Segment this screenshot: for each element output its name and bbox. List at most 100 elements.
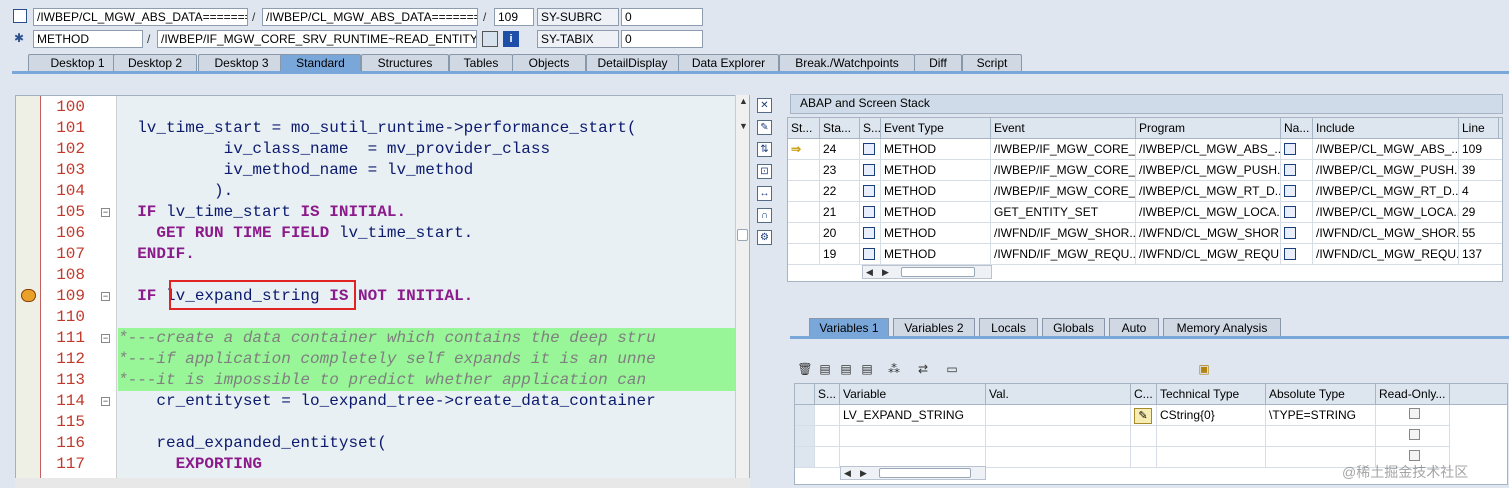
row-selector[interactable] [795, 426, 815, 447]
maximize-icon[interactable]: ⊡ [757, 164, 772, 179]
col-header[interactable]: St... [788, 118, 820, 139]
table-row[interactable] [795, 426, 1507, 447]
scroll-thumb[interactable] [737, 229, 748, 241]
code-editor[interactable]: 100 101 102 103 104 105 106 107 108 109 … [15, 95, 750, 488]
tab-script[interactable]: Script [962, 54, 1022, 72]
col-header[interactable]: Val. [986, 384, 1131, 405]
info-icon[interactable]: i [503, 31, 519, 47]
variable-value[interactable] [986, 405, 1131, 426]
navigate-icon[interactable] [1281, 139, 1313, 160]
col-header[interactable]: Line [1459, 118, 1499, 139]
fold-toggle-icon[interactable]: − [101, 208, 110, 217]
row-selector[interactable] [795, 447, 815, 468]
variable-value[interactable] [986, 426, 1131, 447]
sy-tabix-value[interactable]: 0 [621, 30, 703, 48]
variable-name[interactable] [840, 447, 986, 468]
include-field[interactable]: /IWBEP/CL_MGW_ABS_DATA======= [262, 8, 478, 26]
tab-structures[interactable]: Structures [361, 54, 449, 72]
col-header[interactable]: Include [1313, 118, 1459, 139]
swap-tool-icon[interactable]: ⇅ [757, 142, 772, 157]
col-header[interactable]: Absolute Type [1266, 384, 1376, 405]
table-export-icon[interactable]: ▤ [838, 361, 854, 377]
tab-globals[interactable]: Globals [1042, 318, 1105, 337]
stack-horizontal-scrollbar[interactable]: ◀ ▶ [862, 265, 992, 279]
navigate-icon[interactable] [1281, 244, 1313, 265]
variable-name[interactable] [840, 426, 986, 447]
navigate-icon[interactable] [1281, 181, 1313, 202]
close-icon[interactable]: ✕ [757, 98, 772, 113]
navigate-icon[interactable] [1281, 160, 1313, 181]
fold-toggle-icon[interactable]: − [101, 334, 110, 343]
col-header[interactable]: Variable [840, 384, 986, 405]
scroll-right-icon[interactable]: ▶ [882, 267, 889, 278]
table-row[interactable]: LV_EXPAND_STRING ✎ CString{0} \TYPE=STRI… [795, 405, 1507, 426]
table-row[interactable]: 22 METHOD /IWBEP/IF_MGW_CORE_... /IWBEP/… [788, 181, 1502, 202]
line-number-field[interactable]: 109 [494, 8, 534, 26]
sy-subrc-value[interactable]: 0 [621, 8, 703, 26]
tab-memory-analysis[interactable]: Memory Analysis [1163, 318, 1281, 337]
fold-toggle-icon[interactable]: − [101, 292, 110, 301]
fold-toggle-icon[interactable]: − [101, 397, 110, 406]
col-header[interactable]: Event Type [881, 118, 991, 139]
table-icon[interactable]: ▤ [817, 361, 833, 377]
tab-variables-1[interactable]: Variables 1 [809, 318, 889, 337]
tab-desktop-3[interactable]: Desktop 3 [198, 54, 285, 72]
variable-value[interactable] [986, 447, 1131, 468]
scroll-up-icon[interactable]: ▲ [739, 96, 748, 106]
tab-tables[interactable]: Tables [449, 54, 513, 72]
table-row[interactable]: 20 METHOD /IWFND/IF_MGW_SHOR... /IWFND/C… [788, 223, 1502, 244]
headset-icon[interactable]: ∩ [757, 208, 772, 223]
col-header[interactable]: Program [1136, 118, 1281, 139]
row-selector[interactable] [795, 405, 815, 426]
hierarchy-icon[interactable]: ⁂ [886, 361, 902, 377]
table-save-icon[interactable]: ▤ [859, 361, 875, 377]
editor-vertical-scrollbar[interactable]: ▲ ▼ [735, 95, 749, 485]
table-row[interactable]: 19 METHOD /IWFND/IF_MGW_REQU... /IWFND/C… [788, 244, 1502, 265]
col-header[interactable]: C... [1131, 384, 1157, 405]
table-row[interactable]: 21 METHOD GET_ENTITY_SET /IWBEP/CL_MGW_L… [788, 202, 1502, 223]
event-field[interactable]: /IWBEP/IF_MGW_CORE_SRV_RUNTIME~READ_ENTI… [157, 30, 477, 48]
stack-table[interactable]: St... Sta... S... Event Type Event Progr… [787, 117, 1503, 282]
col-header[interactable]: S... [860, 118, 881, 139]
scroll-thumb[interactable] [901, 267, 975, 277]
tab-standard[interactable]: Standard [280, 54, 361, 72]
read-only-checkbox[interactable] [1376, 405, 1450, 426]
scroll-right-icon[interactable]: ▶ [860, 468, 867, 479]
resize-icon[interactable]: ↔ [757, 186, 772, 201]
tab-data-explorer[interactable]: Data Explorer [678, 54, 779, 72]
edit-pencil-icon[interactable]: ✎ [1131, 405, 1157, 426]
program-field[interactable]: /IWBEP/CL_MGW_ABS_DATA======= [33, 8, 248, 26]
display-icon[interactable] [482, 31, 498, 47]
navigate-icon[interactable] [1281, 223, 1313, 244]
col-header[interactable]: S... [815, 384, 840, 405]
new-tool-icon[interactable]: ✎ [757, 120, 772, 135]
editor-horizontal-scrollbar[interactable] [15, 478, 750, 488]
col-header[interactable]: Na... [1281, 118, 1313, 139]
col-header[interactable] [795, 384, 815, 405]
variables-horizontal-scrollbar[interactable]: ◀ ▶ [840, 466, 986, 480]
col-header[interactable]: Read-Only... [1376, 384, 1450, 405]
scroll-left-icon[interactable]: ◀ [866, 267, 873, 278]
table-row[interactable]: 23 METHOD /IWBEP/IF_MGW_CORE_... /IWBEP/… [788, 160, 1502, 181]
tab-desktop-2[interactable]: Desktop 2 [113, 54, 197, 72]
navigate-icon[interactable] [1281, 202, 1313, 223]
tab-auto[interactable]: Auto [1109, 318, 1159, 337]
tab-variables-2[interactable]: Variables 2 [893, 318, 975, 337]
table-row[interactable]: ⇒ 24 METHOD /IWBEP/IF_MGW_CORE_... /IWBE… [788, 139, 1502, 160]
tab-locals[interactable]: Locals [979, 318, 1038, 337]
scroll-thumb[interactable] [879, 468, 971, 478]
read-only-checkbox[interactable] [1376, 426, 1450, 447]
save-icon[interactable]: ▣ [1196, 361, 1212, 377]
tab-break-watchpoints[interactable]: Break./Watchpoints [779, 54, 915, 72]
scroll-down-icon[interactable]: ▼ [739, 121, 748, 131]
transfer-icon[interactable]: ⇄ [915, 361, 931, 377]
delete-icon[interactable]: 🗑 [797, 361, 813, 377]
scroll-left-icon[interactable]: ◀ [844, 468, 851, 479]
col-header[interactable]: Event [991, 118, 1136, 139]
tab-diff[interactable]: Diff [914, 54, 962, 72]
settings-icon[interactable]: ⚙ [757, 230, 772, 245]
breakpoint-icon[interactable] [21, 289, 36, 302]
col-header[interactable]: Technical Type [1157, 384, 1266, 405]
tab-detaildisplay[interactable]: DetailDisplay [586, 54, 679, 72]
tab-objects[interactable]: Objects [512, 54, 586, 72]
